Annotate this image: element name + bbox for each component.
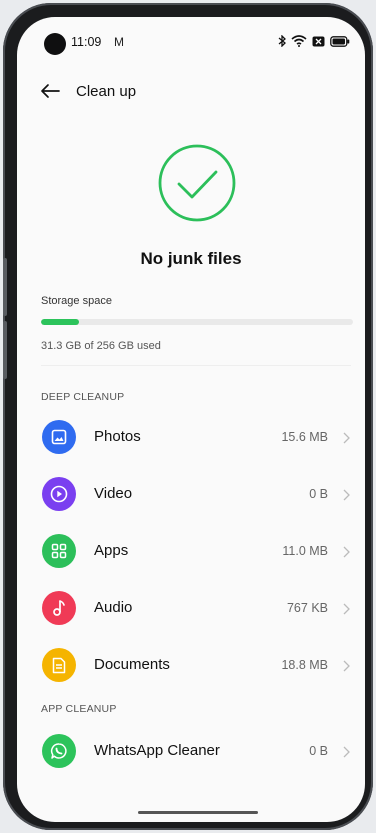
bluetooth-icon	[278, 35, 286, 47]
item-label: Photos	[94, 428, 141, 445]
item-size: 11.0 MB	[282, 544, 328, 558]
music-note-icon	[42, 591, 76, 625]
page-title: Clean up	[76, 83, 137, 100]
list-item-apps[interactable]: Apps 11.0 MB	[17, 525, 365, 577]
list-item-whatsapp-cleaner[interactable]: WhatsApp Cleaner 0 B	[17, 725, 365, 777]
document-icon	[42, 648, 76, 682]
screen: 11:09 M Clean up No junk files Storage s…	[17, 17, 365, 822]
item-label: Documents	[94, 656, 170, 673]
chevron-right-icon	[341, 545, 351, 558]
gmail-icon: M	[114, 35, 124, 49]
chevron-right-icon	[341, 488, 351, 501]
back-button[interactable]	[37, 81, 63, 105]
item-size: 767 KB	[286, 601, 328, 615]
item-label: Audio	[94, 599, 133, 616]
item-label: Video	[94, 485, 133, 502]
status-icons	[278, 35, 350, 47]
arrow-left-icon	[40, 83, 60, 104]
item-size: 0 B	[309, 744, 328, 758]
item-label: WhatsApp Cleaner	[94, 742, 220, 759]
phone-frame: 11:09 M Clean up No junk files Storage s…	[0, 0, 376, 833]
wifi-icon	[291, 35, 307, 47]
storage-progress-bar	[41, 319, 353, 325]
item-size: 15.6 MB	[281, 430, 328, 444]
item-size: 0 B	[309, 487, 328, 501]
home-indicator[interactable]	[138, 811, 258, 814]
battery-icon	[330, 35, 350, 47]
list-item-video[interactable]: Video 0 B	[17, 468, 365, 520]
item-label: Apps	[94, 542, 129, 559]
chevron-right-icon	[341, 745, 351, 758]
storage-progress-fill	[41, 319, 80, 325]
divider	[41, 365, 351, 366]
phone-body: 11:09 M Clean up No junk files Storage s…	[3, 3, 373, 830]
list-item-photos[interactable]: Photos 15.6 MB	[17, 411, 365, 463]
item-size: 18.8 MB	[281, 658, 328, 672]
section-header-deep-cleanup: DEEP CLEANUP	[41, 391, 125, 403]
section-header-app-cleanup: APP CLEANUP	[41, 703, 117, 715]
check-circle-icon	[157, 143, 237, 223]
photo-icon	[42, 420, 76, 454]
list-item-documents[interactable]: Documents 18.8 MB	[17, 639, 365, 691]
volume-down-button	[3, 321, 7, 379]
screen-record-icon	[312, 36, 325, 47]
storage-label: Storage space	[41, 295, 112, 307]
status-bar: 11:09 M	[17, 17, 365, 57]
volume-up-button	[3, 258, 7, 316]
chevron-right-icon	[341, 659, 351, 672]
app-header: Clean up	[17, 75, 365, 111]
result-heading: No junk files	[140, 249, 242, 268]
storage-used-text: 31.3 GB of 256 GB used	[41, 340, 161, 352]
status-time: 11:09	[71, 35, 102, 49]
whatsapp-icon	[42, 734, 76, 768]
play-icon	[42, 477, 76, 511]
chevron-right-icon	[341, 431, 351, 444]
apps-grid-icon	[42, 534, 76, 568]
list-item-audio[interactable]: Audio 767 KB	[17, 582, 365, 634]
camera-icon	[44, 33, 66, 55]
chevron-right-icon	[341, 602, 351, 615]
